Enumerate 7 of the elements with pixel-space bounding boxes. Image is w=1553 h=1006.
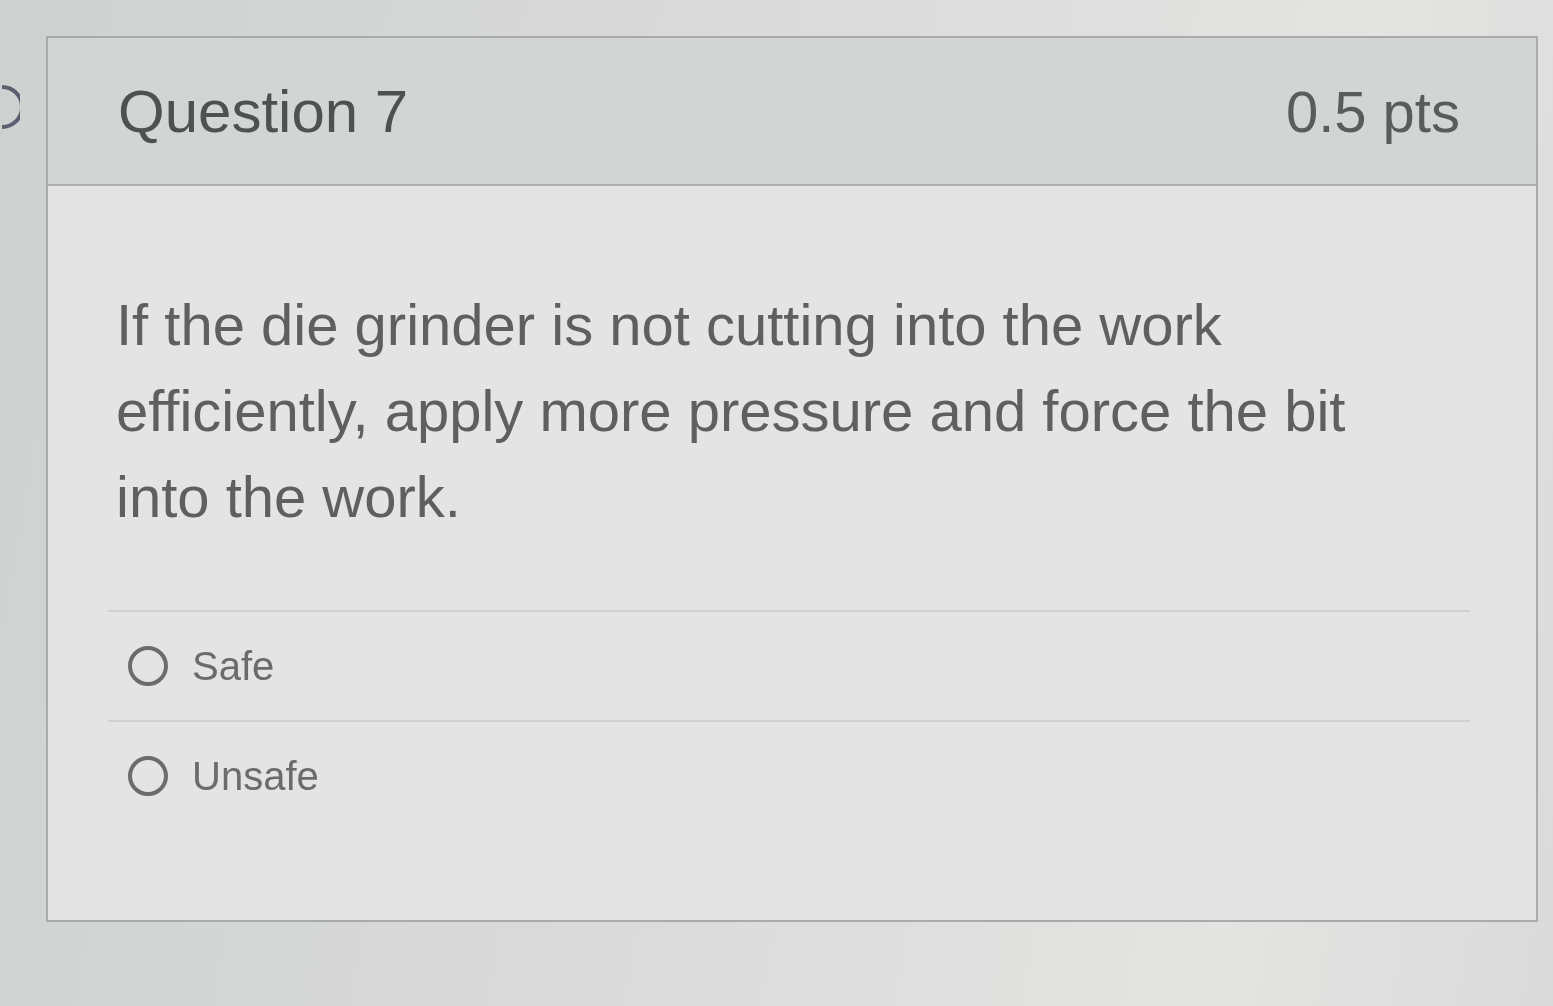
radio-button[interactable] [126, 644, 170, 688]
radio-button[interactable] [126, 754, 170, 798]
question-title: Question 7 [118, 76, 409, 146]
question-text: If the die grinder is not cutting into the work efficiently, apply more pressure and force the bit into the work. [116, 291, 1347, 531]
answer-label[interactable]: Safe [192, 643, 275, 689]
answer-label[interactable]: Unsafe [192, 753, 319, 799]
points-label: 0.5 pts [1285, 77, 1460, 145]
